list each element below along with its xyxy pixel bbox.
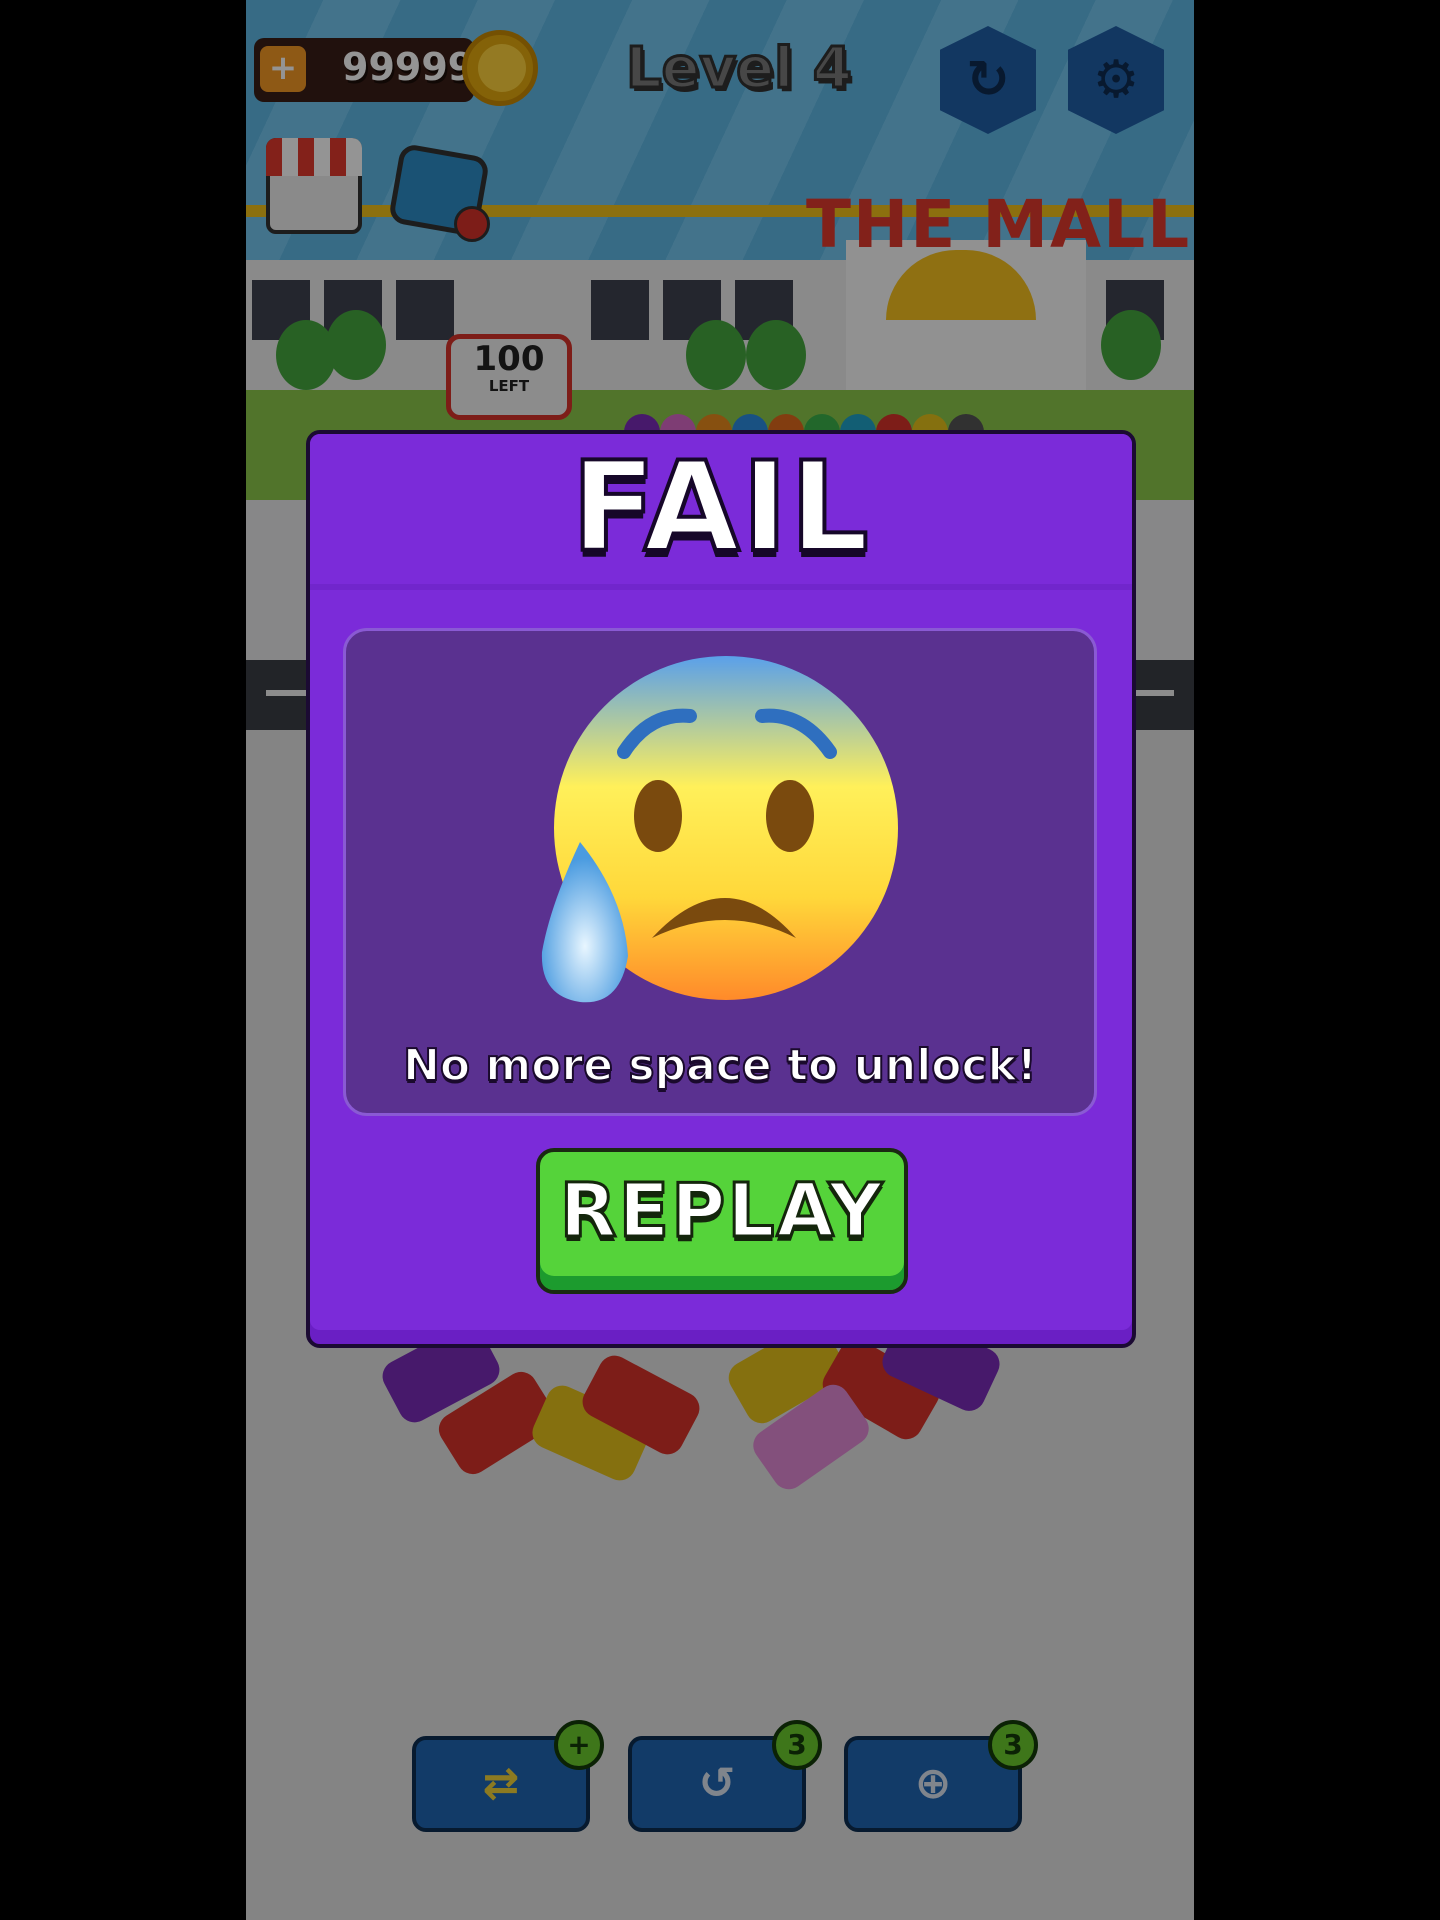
replay-button[interactable] (536, 1148, 908, 1294)
fail-message: No more space to unlock! (402, 1039, 1038, 1092)
anxious-face-with-sweat-icon (541, 656, 898, 1003)
fail-title: FAIL (569, 434, 871, 582)
